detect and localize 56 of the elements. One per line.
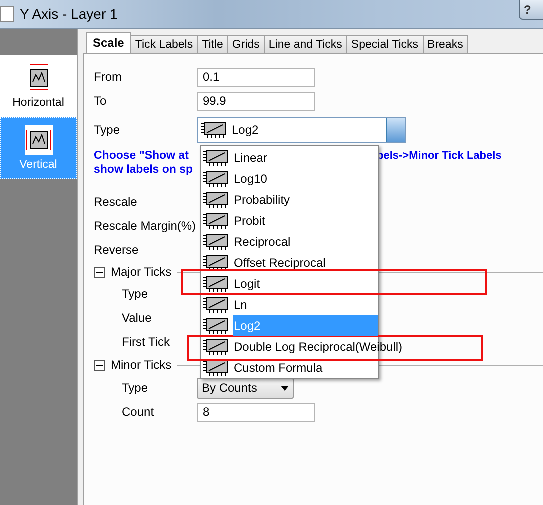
input-field[interactable]: 8	[197, 402, 315, 422]
field-label: Value	[121, 311, 153, 325]
menu-item[interactable]: Probit	[233, 210, 378, 231]
field-label: Count	[121, 405, 156, 419]
type-dropdown[interactable]: By Counts	[197, 378, 294, 398]
scale-icon	[203, 212, 229, 230]
scale-icon	[203, 296, 229, 314]
scale-icon	[203, 232, 229, 250]
field-label: Rescale Margin(%)	[94, 219, 197, 233]
hint-text: Choose "Show at	[94, 149, 190, 163]
tab[interactable]: Tick Labels	[130, 35, 198, 53]
collapse-icon[interactable]	[94, 266, 105, 278]
menu-item[interactable]: Double Log Reciprocal(Weibull)	[233, 336, 403, 357]
scale-icon	[203, 338, 229, 356]
hint-text: bels->Minor Tick Labels	[377, 149, 502, 164]
tab[interactable]: Title	[197, 35, 228, 53]
field-label: From	[94, 70, 123, 84]
sidebar-item[interactable]: Horizontal	[0, 55, 77, 117]
field-label: First Tick	[121, 335, 171, 349]
group-label: Major Ticks	[111, 265, 172, 279]
menu-item[interactable]: Linear	[233, 147, 378, 168]
scale-icon	[203, 170, 229, 188]
scale-icon	[201, 120, 227, 138]
field-label: To	[94, 94, 108, 108]
scale-icon	[203, 274, 229, 292]
menu-item[interactable]: Ln	[233, 294, 378, 315]
menu-item[interactable]: Logit	[233, 273, 378, 294]
type-dropdown[interactable]: Log2	[197, 116, 406, 142]
scale-icon	[203, 148, 229, 166]
menu-item[interactable]: Custom Formula	[233, 357, 378, 378]
scale-icon	[203, 316, 229, 334]
tab[interactable]: Line and Ticks	[264, 35, 348, 53]
help-button[interactable]: ?	[519, 0, 543, 20]
hint-text: show labels on sp	[94, 163, 194, 177]
scale-icon	[203, 190, 229, 208]
input-field[interactable]: 0.1	[197, 68, 315, 86]
field-label: Rescale	[94, 195, 138, 209]
field-label: Reverse	[94, 243, 140, 257]
tab[interactable]: Special Ticks	[346, 35, 424, 53]
group-label: Minor Ticks	[111, 358, 172, 372]
field-label: Type	[121, 287, 150, 301]
input-field[interactable]: 99.9	[197, 92, 315, 110]
menu-item[interactable]: Reciprocal	[233, 231, 378, 252]
axis-icon	[24, 125, 52, 155]
field-label: Type	[121, 381, 150, 395]
collapse-icon[interactable]	[94, 360, 105, 370]
menu-item[interactable]: Offset Reciprocal	[233, 252, 378, 273]
tab[interactable]: Scale	[86, 32, 132, 53]
menu-item[interactable]: Probability	[233, 189, 378, 210]
tab[interactable]: Grids	[227, 35, 265, 53]
tab[interactable]: Breaks	[422, 35, 468, 53]
window-icon	[0, 6, 14, 22]
field-label: Type	[94, 122, 122, 136]
menu-item[interactable]: Log10	[233, 168, 378, 189]
window-title: Y Axis - Layer 1	[20, 6, 118, 22]
scale-icon	[203, 358, 229, 376]
